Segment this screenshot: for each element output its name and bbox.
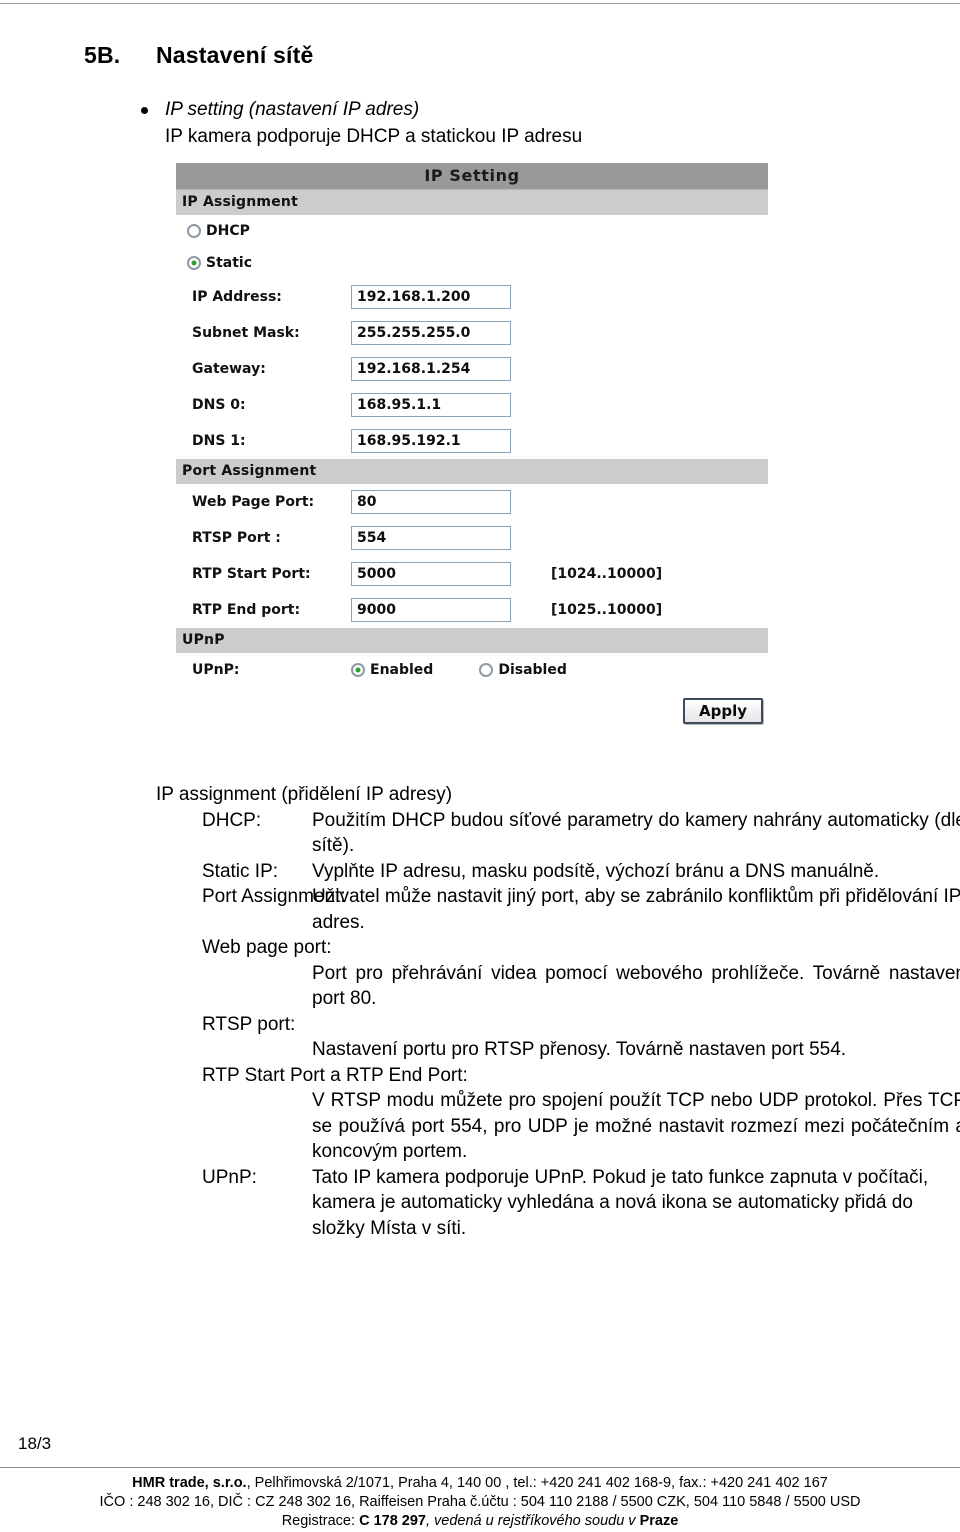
footer-reg-mid: , vedená u rejstříkového soudu v — [425, 1513, 640, 1529]
field-row-rtp-start-port: RTP Start Port: 5000 [1024..10000] — [176, 556, 768, 592]
section-header-upnp: UPnP — [176, 628, 768, 653]
intro-bullet-list: IP setting (nastavení IP adres) IP kamer… — [120, 96, 820, 150]
description-item-rtsp-port: RTSP port: Nastavení portu pro RTSP přen… — [156, 1012, 960, 1063]
label-rtp-end-port: RTP End port: — [192, 602, 301, 618]
label-subnet-mask: Subnet Mask: — [192, 325, 300, 341]
section-header-ip-assignment: IP Assignment — [176, 190, 768, 215]
radio-upnp-enabled-label: Enabled — [370, 662, 434, 678]
bullet-dot-icon — [141, 107, 148, 114]
port-assignment-body: Web Page Port: 80 RTSP Port : 554 RTP St… — [176, 484, 768, 628]
description-term: RTP Start Port a RTP End Port: — [202, 1064, 468, 1086]
description-term: Static IP: — [202, 860, 279, 882]
label-rtsp-port: RTSP Port : — [192, 530, 281, 546]
radio-upnp-enabled-icon[interactable] — [351, 663, 365, 677]
description-item-port-assignment: Port Assignment: Uživatel může nastavit … — [156, 884, 960, 935]
field-row-gateway: Gateway: 192.168.1.254 — [176, 351, 768, 387]
ip-assignment-body: DHCP Static IP Address: 192.168.1.200 Su… — [176, 215, 768, 459]
description-term: Port Assignment: — [202, 886, 346, 907]
field-row-subnet-mask: Subnet Mask: 255.255.255.0 — [176, 315, 768, 351]
footer-address: , Pelhřimovská 2/1071, Praha 4, 140 00 ,… — [246, 1475, 828, 1491]
document-page: 5B. Nastavení sítě IP setting (nastavení … — [0, 0, 960, 1532]
footer-reg-prefix: Registrace: — [281, 1513, 360, 1529]
description-text: Použitím DHCP budou síťové parametry do … — [312, 809, 960, 857]
upnp-row: UPnP: Enabled Disabled — [176, 653, 768, 687]
footer-reg-city: Praze — [639, 1513, 679, 1529]
label-upnp: UPnP: — [192, 662, 240, 678]
footer: HMR trade, s.r.o., Pelhřimovská 2/1071, … — [0, 1474, 960, 1531]
section-header-port-assignment: Port Assignment — [176, 459, 768, 484]
radio-upnp-disabled-label: Disabled — [498, 662, 567, 678]
description-text: Uživatel může nastavit jiný port, aby se… — [312, 886, 960, 933]
section-title: Nastavení sítě — [156, 42, 314, 68]
panel-title: IP Setting — [176, 163, 768, 190]
field-row-ip-address: IP Address: 192.168.1.200 — [176, 279, 768, 315]
radio-dhcp-label: DHCP — [206, 223, 250, 239]
radio-row-upnp-disabled[interactable]: Disabled — [479, 662, 567, 678]
input-rtp-end-port[interactable]: 9000 — [351, 598, 511, 622]
section-number: 5B. — [84, 42, 121, 68]
radio-static-label: Static — [206, 255, 253, 271]
bullet-subtitle: IP kamera podporuje DHCP a statickou IP … — [165, 126, 583, 147]
description-term: UPnP: — [202, 1166, 257, 1188]
field-row-rtp-end-port: RTP End port: 9000 [1025..10000] — [176, 592, 768, 628]
ip-setting-panel: IP Setting IP Assignment DHCP Static IP … — [176, 163, 768, 735]
input-subnet-mask[interactable]: 255.255.255.0 — [351, 321, 511, 345]
description-item-rtp-ports: RTP Start Port a RTP End Port: V RTSP mo… — [156, 1063, 960, 1165]
description-item-static-ip: Static IP: Vyplňte IP adresu, masku pods… — [156, 859, 960, 885]
description-text: Nastavení portu pro RTSP přenosy. Továrn… — [312, 1039, 847, 1060]
footer-divider — [0, 1467, 960, 1468]
label-dns1: DNS 1: — [192, 433, 246, 449]
bullet-title: IP setting (nastavení IP adres) — [165, 99, 420, 120]
input-rtsp-port[interactable]: 554 — [351, 526, 511, 550]
label-web-page-port: Web Page Port: — [192, 494, 315, 510]
description-heading: IP assignment (přidělení IP adresy) — [156, 784, 453, 805]
top-divider — [0, 3, 960, 4]
footer-line-1: HMR trade, s.r.o., Pelhřimovská 2/1071, … — [0, 1474, 960, 1493]
radio-upnp-disabled-icon[interactable] — [479, 663, 494, 677]
radio-static-icon[interactable] — [187, 256, 201, 270]
footer-reg-number: C 178 297 — [359, 1513, 426, 1529]
field-row-web-page-port: Web Page Port: 80 — [176, 484, 768, 520]
label-rtp-start-port: RTP Start Port: — [192, 566, 311, 582]
apply-button[interactable]: Apply — [682, 698, 763, 724]
label-dns0: DNS 0: — [192, 397, 246, 413]
description-item-web-page-port: Web page port: Port pro přehrávání videa… — [156, 935, 960, 1012]
input-dns1[interactable]: 168.95.192.1 — [351, 429, 511, 453]
description-term: DHCP: — [202, 809, 262, 831]
field-row-dns0: DNS 0: 168.95.1.1 — [176, 387, 768, 423]
footer-line-2: IČO : 248 302 16, DIČ : CZ 248 302 16, R… — [99, 1494, 861, 1510]
description-item-dhcp: DHCP: Použitím DHCP budou síťové paramet… — [156, 808, 960, 859]
input-web-page-port[interactable]: 80 — [351, 490, 511, 514]
description-text: V RTSP modu můžete pro spojení použít TC… — [312, 1090, 960, 1162]
description-item-upnp: UPnP: Tato IP kamera podporuje UPnP. Pok… — [156, 1165, 960, 1242]
apply-bar: Apply — [176, 687, 768, 735]
list-item: IP setting (nastavení IP adres) IP kamer… — [120, 96, 820, 150]
hint-rtp-start-port: [1024..10000] — [551, 566, 663, 582]
input-ip-address[interactable]: 192.168.1.200 — [351, 285, 511, 309]
radio-dhcp-icon[interactable] — [187, 224, 201, 238]
footer-line-3: Registrace: C 178 297, vedená u rejstřík… — [0, 1512, 960, 1531]
description-list: IP assignment (přidělení IP adresy) DHCP… — [156, 782, 960, 1241]
description-text: Vyplňte IP adresu, masku podsítě, výchoz… — [312, 860, 880, 882]
field-row-dns1: DNS 1: 168.95.192.1 — [176, 423, 768, 459]
radio-row-upnp-enabled[interactable]: Enabled — [351, 662, 433, 678]
description-text: Port pro přehrávání videa pomocí webovéh… — [312, 962, 960, 1010]
description-term: RTSP port: — [202, 1013, 296, 1035]
page-number: 18/3 — [18, 1434, 52, 1453]
hint-rtp-end-port: [1025..10000] — [551, 602, 663, 618]
input-rtp-start-port[interactable]: 5000 — [351, 562, 511, 586]
description-term: Web page port: — [202, 937, 332, 958]
page-title: 5B. Nastavení sítě — [84, 42, 314, 69]
label-ip-address: IP Address: — [192, 289, 282, 305]
radio-row-dhcp[interactable]: DHCP — [176, 215, 768, 247]
input-dns0[interactable]: 168.95.1.1 — [351, 393, 511, 417]
field-row-rtsp-port: RTSP Port : 554 — [176, 520, 768, 556]
radio-row-static[interactable]: Static — [176, 247, 768, 279]
label-gateway: Gateway: — [192, 361, 266, 377]
footer-company: HMR trade, s.r.o. — [132, 1475, 247, 1491]
upnp-body: UPnP: Enabled Disabled Apply — [176, 653, 768, 735]
input-gateway[interactable]: 192.168.1.254 — [351, 357, 511, 381]
description-text: Tato IP kamera podporuje UPnP. Pokud je … — [312, 1166, 929, 1239]
